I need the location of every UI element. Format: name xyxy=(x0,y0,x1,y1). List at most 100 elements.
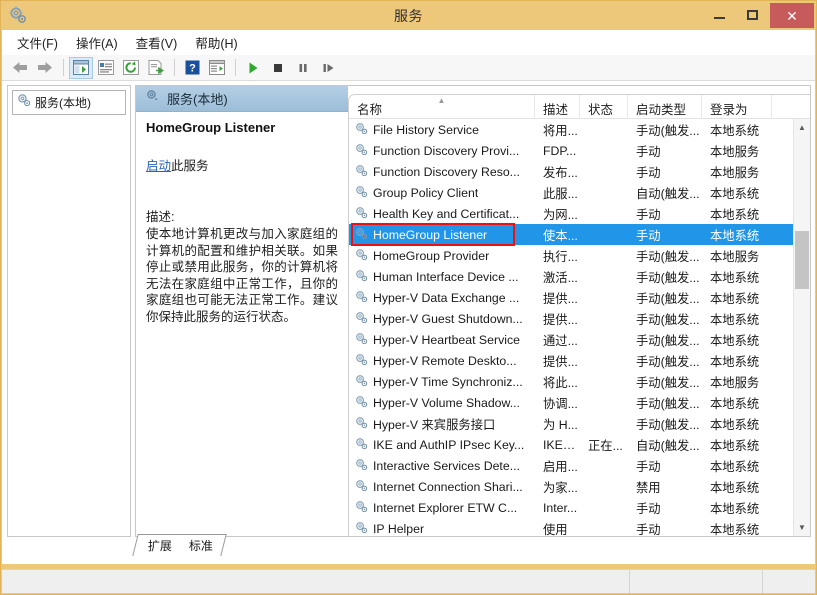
forward-arrow-icon[interactable] xyxy=(33,57,57,79)
service-gear-icon xyxy=(355,122,368,138)
table-row[interactable]: Hyper-V Remote Deskto...提供...手动(触发...本地系… xyxy=(349,350,793,371)
cell-status: 正在... xyxy=(580,436,628,454)
back-arrow-icon[interactable] xyxy=(8,57,32,79)
column-startup-type[interactable]: 启动类型 xyxy=(628,95,702,119)
service-gear-icon xyxy=(355,206,368,222)
services-rows-viewport[interactable]: File History Service将用...手动(触发...本地系统Fun… xyxy=(349,119,793,536)
table-row[interactable]: File History Service将用...手动(触发...本地系统 xyxy=(349,119,793,140)
services-gear-icon xyxy=(17,93,31,112)
service-detail-column: HomeGroup Listener 启动此服务 描述: 使本地计算机更改与加入… xyxy=(136,112,348,536)
table-row[interactable]: Human Interface Device ...激活...手动(触发...本… xyxy=(349,266,793,287)
table-row[interactable]: Function Discovery Reso...发布...手动本地服务 xyxy=(349,161,793,182)
table-row[interactable]: IP Helper使用手动本地系统 xyxy=(349,518,793,536)
cell-description: 使用 xyxy=(535,520,580,537)
cell-startup-type: 手动 xyxy=(628,205,702,223)
cell-logon-as: 本地系统 xyxy=(702,499,772,517)
sort-ascending-icon: ▲ xyxy=(438,96,446,105)
vertical-scrollbar[interactable]: ▲ ▼ xyxy=(793,119,810,536)
cell-logon-as: 本地系统 xyxy=(702,268,772,286)
start-service-link[interactable]: 启动 xyxy=(146,159,171,173)
chevron-down-icon[interactable]: ▼ xyxy=(794,519,810,536)
table-row[interactable]: Health Key and Certificat...为网...手动本地系统 xyxy=(349,203,793,224)
table-row[interactable]: Hyper-V Guest Shutdown...提供...手动(触发...本地… xyxy=(349,308,793,329)
table-row[interactable]: Internet Explorer ETW C...Inter...手动本地系统 xyxy=(349,497,793,518)
cell-service-name: Internet Connection Shari... xyxy=(349,479,535,495)
show-action-pane-icon[interactable] xyxy=(205,57,229,79)
table-row[interactable]: Hyper-V 来宾服务接口为 H...手动(触发...本地系统 xyxy=(349,413,793,434)
menu-help[interactable]: 帮助(H) xyxy=(186,30,246,55)
chevron-up-icon[interactable]: ▲ xyxy=(794,119,810,136)
menu-bar: 文件(F) 操作(A) 查看(V) 帮助(H) xyxy=(2,30,815,55)
cell-service-name: Internet Explorer ETW C... xyxy=(349,500,535,516)
cell-service-name: IP Helper xyxy=(349,521,535,537)
table-row[interactable]: IKE and AuthIP IPsec Key...IKEE...正在...自… xyxy=(349,434,793,455)
column-description[interactable]: 描述 xyxy=(535,95,580,119)
cell-startup-type: 手动(触发... xyxy=(628,121,702,139)
cell-logon-as: 本地系统 xyxy=(702,121,772,139)
cell-logon-as: 本地系统 xyxy=(702,226,772,244)
table-row[interactable]: HomeGroup Provider执行...手动(触发...本地服务 xyxy=(349,245,793,266)
cell-service-name: Hyper-V Heartbeat Service xyxy=(349,332,535,348)
results-pane: 服务(本地) HomeGroup Listener 启动此服务 描述: 使本地计… xyxy=(135,85,811,537)
column-spare[interactable] xyxy=(772,95,802,119)
cell-startup-type: 手动(触发... xyxy=(628,373,702,391)
service-gear-icon xyxy=(355,416,368,432)
service-name-label: Function Discovery Provi... xyxy=(373,144,519,158)
service-name-label: HomeGroup Provider xyxy=(373,249,489,263)
cell-description: 此服... xyxy=(535,184,580,202)
table-row[interactable]: Hyper-V Time Synchroniz...将此...手动(触发...本… xyxy=(349,371,793,392)
tree-item-services-local[interactable]: 服务(本地) xyxy=(12,90,126,115)
tab-standard[interactable]: 标准 xyxy=(174,534,227,556)
show-hide-tree-icon[interactable] xyxy=(69,57,93,79)
pause-service-icon[interactable] xyxy=(291,57,315,79)
table-row[interactable]: Interactive Services Dete...启用...手动本地系统 xyxy=(349,455,793,476)
cell-service-name: File History Service xyxy=(349,122,535,138)
export-list-icon[interactable] xyxy=(144,57,168,79)
service-gear-icon xyxy=(355,290,368,306)
table-row[interactable]: Hyper-V Volume Shadow...协调...手动(触发...本地系… xyxy=(349,392,793,413)
service-name-label: Hyper-V Time Synchroniz... xyxy=(373,375,523,389)
start-service-icon[interactable] xyxy=(241,57,265,79)
description-body: 使本地计算机更改与加入家庭组的计算机的配置和维护相关联。如果停止或禁用此服务，你… xyxy=(146,226,338,326)
table-row[interactable]: Hyper-V Heartbeat Service通过...手动(触发...本地… xyxy=(349,329,793,350)
cell-description: 协调... xyxy=(535,394,580,412)
column-name[interactable]: 名称 ▲ xyxy=(349,95,535,119)
cell-description: 提供... xyxy=(535,289,580,307)
cell-logon-as: 本地服务 xyxy=(702,163,772,181)
table-row[interactable]: Hyper-V Data Exchange ...提供...手动(触发...本地… xyxy=(349,287,793,308)
refresh-icon[interactable] xyxy=(119,57,143,79)
column-name-label: 名称 xyxy=(357,103,382,117)
table-row[interactable]: Function Discovery Provi...FDP...手动本地服务 xyxy=(349,140,793,161)
close-button[interactable]: ✕ xyxy=(770,3,814,28)
service-action-text: 启动此服务 xyxy=(146,155,338,174)
minimize-button[interactable] xyxy=(703,1,736,28)
table-row[interactable]: Internet Connection Shari...为家...禁用本地系统 xyxy=(349,476,793,497)
svg-text:?: ? xyxy=(189,63,196,75)
service-gear-icon xyxy=(355,353,368,369)
toolbar-separator xyxy=(235,59,236,76)
column-status[interactable]: 状态 xyxy=(580,95,628,119)
cell-logon-as: 本地系统 xyxy=(702,289,772,307)
menu-view[interactable]: 查看(V) xyxy=(127,30,187,55)
column-logon-as[interactable]: 登录为 xyxy=(702,95,772,119)
cell-logon-as: 本地系统 xyxy=(702,415,772,433)
service-gear-icon xyxy=(355,227,368,243)
tab-standard-label: 标准 xyxy=(189,537,213,554)
service-name-label: Hyper-V Heartbeat Service xyxy=(373,333,520,347)
cell-description: 执行... xyxy=(535,247,580,265)
help-icon[interactable]: ? xyxy=(180,57,204,79)
service-name-label: Health Key and Certificat... xyxy=(373,207,519,221)
cell-service-name: HomeGroup Provider xyxy=(349,248,535,264)
menu-file[interactable]: 文件(F) xyxy=(8,30,67,55)
restart-service-icon[interactable] xyxy=(316,57,340,79)
table-row[interactable]: HomeGroup Listener使本...手动本地系统 xyxy=(349,224,793,245)
view-tabs: 扩展 标准 xyxy=(135,537,218,556)
properties-icon[interactable] xyxy=(94,57,118,79)
stop-service-icon[interactable] xyxy=(266,57,290,79)
cell-logon-as: 本地系统 xyxy=(702,457,772,475)
menu-action[interactable]: 操作(A) xyxy=(67,30,127,55)
cell-logon-as: 本地系统 xyxy=(702,436,772,454)
maximize-button[interactable] xyxy=(736,1,769,28)
scroll-thumb[interactable] xyxy=(795,231,809,289)
table-row[interactable]: Group Policy Client此服...自动(触发...本地系统 xyxy=(349,182,793,203)
